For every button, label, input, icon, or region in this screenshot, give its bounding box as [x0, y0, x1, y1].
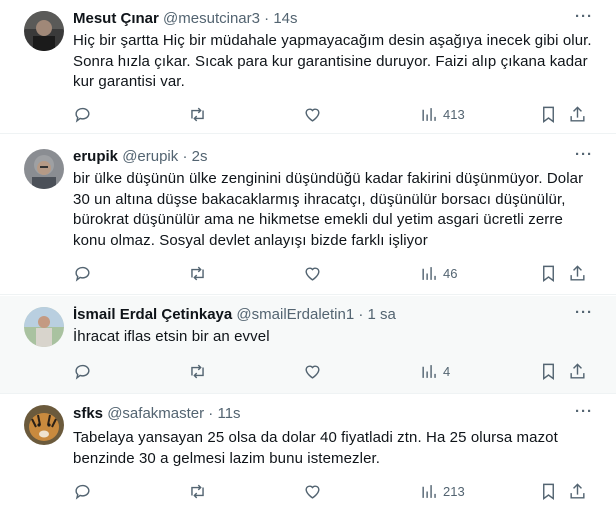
avatar[interactable]	[24, 149, 64, 189]
retweet-icon	[191, 364, 204, 378]
more-options-icon[interactable]: ···	[574, 305, 594, 326]
reply-button[interactable]	[73, 262, 92, 284]
tweet-actions: 46	[73, 262, 592, 284]
heart-icon	[305, 267, 320, 281]
author-name[interactable]: sfks	[73, 405, 103, 422]
bookmark-icon	[543, 106, 554, 123]
view-count: 413	[443, 106, 465, 122]
author-handle[interactable]: @safakmaster	[107, 405, 204, 422]
like-button[interactable]	[303, 480, 322, 502]
author-handle[interactable]: @erupik	[122, 148, 178, 165]
bookmark-button[interactable]	[539, 262, 558, 284]
tweet-header: erupik @erupik · 2s	[73, 147, 576, 167]
like-button[interactable]	[303, 262, 322, 284]
tweet-card[interactable]: Mesut Çınar @mesutcinar3 · 14s ··· Hiç b…	[0, 0, 616, 134]
tweet-text: bir ülke düşünün ülke zenginini düşündüğ…	[73, 170, 584, 249]
retweet-icon	[191, 107, 204, 121]
avatar[interactable]	[24, 405, 64, 445]
share-icon	[570, 264, 585, 281]
separator-dot: ·	[182, 148, 188, 165]
bookmark-icon	[543, 483, 554, 500]
heart-icon	[305, 485, 320, 499]
timestamp[interactable]: 2s	[192, 148, 208, 165]
tweet-card[interactable]: erupik @erupik · 2s ··· bir ülke düşünün…	[0, 135, 616, 295]
share-button[interactable]	[568, 480, 587, 502]
reply-icon	[75, 107, 90, 123]
like-button[interactable]	[303, 103, 322, 125]
tweet-header: Mesut Çınar @mesutcinar3 · 14s	[73, 9, 576, 29]
view-count: 46	[443, 265, 458, 281]
bookmark-icon	[543, 265, 554, 282]
timestamp[interactable]: 11s	[217, 405, 240, 422]
tweet-actions: 213	[73, 480, 592, 502]
reply-icon	[75, 364, 90, 380]
separator-dot: ·	[208, 405, 214, 422]
reply-button[interactable]	[73, 480, 92, 502]
tweet-card[interactable]: İsmail Erdal Çetinkaya @smailErdaletin1 …	[0, 296, 616, 394]
share-icon	[570, 482, 585, 499]
retweet-icon	[191, 484, 204, 498]
reply-button[interactable]	[73, 360, 92, 382]
timestamp[interactable]: 14s	[273, 10, 297, 27]
view-count: 4	[443, 363, 451, 379]
share-icon	[570, 105, 585, 122]
author-name[interactable]: erupik	[73, 148, 118, 165]
view-count: 213	[443, 483, 465, 499]
heart-icon	[305, 365, 320, 379]
views-chart-icon	[422, 107, 436, 121]
reply-icon	[75, 266, 90, 282]
author-handle[interactable]: @mesutcinar3	[163, 10, 260, 27]
tweet-card[interactable]: sfks @safakmaster · 11s ··· Tabelaya yan…	[0, 395, 616, 514]
tweet-header: İsmail Erdal Çetinkaya @smailErdaletin1 …	[73, 305, 576, 325]
more-options-icon[interactable]: ···	[574, 404, 594, 425]
share-button[interactable]	[568, 360, 587, 382]
views-button[interactable]: 46	[420, 262, 457, 284]
avatar[interactable]	[24, 307, 64, 347]
retweet-button[interactable]	[188, 103, 207, 125]
timestamp[interactable]: 1 sa	[368, 306, 396, 323]
views-chart-icon	[422, 364, 436, 378]
tweet-text: Hiç bir şartta Hiç bir müdahale yapmayac…	[73, 32, 592, 90]
avatar[interactable]	[24, 11, 64, 51]
separator-dot: ·	[264, 10, 270, 27]
retweet-button[interactable]	[188, 480, 207, 502]
views-button[interactable]: 413	[420, 103, 465, 125]
author-handle[interactable]: @smailErdaletin1	[236, 306, 354, 323]
separator-dot: ·	[358, 306, 364, 323]
tweet-header: sfks @safakmaster · 11s	[73, 404, 576, 424]
tweet-text: Tabelaya yansayan 25 olsa da dolar 40 fi…	[73, 429, 558, 467]
tweet-actions: 413	[73, 103, 592, 125]
author-name[interactable]: İsmail Erdal Çetinkaya	[73, 306, 232, 323]
heart-icon	[305, 108, 320, 122]
more-options-icon[interactable]: ···	[574, 147, 594, 168]
author-name[interactable]: Mesut Çınar	[73, 10, 159, 27]
share-button[interactable]	[568, 103, 587, 125]
views-button[interactable]: 213	[420, 480, 465, 502]
reply-button[interactable]	[73, 103, 92, 125]
retweet-button[interactable]	[188, 262, 207, 284]
bookmark-icon	[543, 363, 554, 380]
retweet-button[interactable]	[188, 360, 207, 382]
tweet-actions: 4	[73, 360, 592, 382]
views-button[interactable]: 4	[420, 360, 450, 382]
like-button[interactable]	[303, 360, 322, 382]
reply-icon	[75, 484, 90, 500]
bookmark-button[interactable]	[539, 103, 558, 125]
share-button[interactable]	[568, 262, 587, 284]
views-chart-icon	[422, 484, 436, 498]
bookmark-button[interactable]	[539, 360, 558, 382]
share-icon	[570, 362, 585, 379]
tweet-text: İhracat iflas etsin bir an evvel	[73, 328, 270, 345]
views-chart-icon	[422, 266, 436, 280]
bookmark-button[interactable]	[539, 480, 558, 502]
more-options-icon[interactable]: ···	[574, 9, 594, 30]
tweet-feed: Mesut Çınar @mesutcinar3 · 14s ··· Hiç b…	[0, 0, 616, 514]
retweet-icon	[191, 266, 204, 280]
